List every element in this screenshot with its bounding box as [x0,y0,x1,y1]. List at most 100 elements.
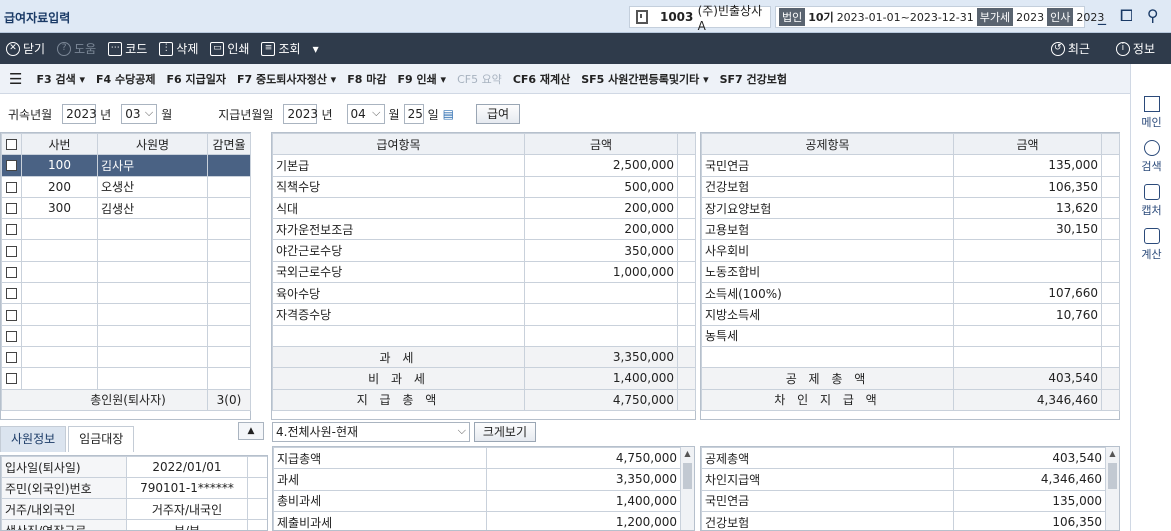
fkey-quick-register[interactable]: SF5 사원간편등록및기타 ▾ [581,71,708,87]
pay-month-select[interactable]: 04 [346,104,385,124]
row-checkbox[interactable] [6,224,17,236]
restore-icon[interactable]: ⧠ [1120,6,1133,26]
table-row[interactable] [1,367,251,390]
table-row[interactable]: 100 김사무 [1,154,251,177]
table-row[interactable]: 야간근로수당 350,000 [272,239,696,262]
pay-summary-scrollbar[interactable]: ▲ [680,447,694,530]
row-checkbox[interactable] [6,373,17,385]
zoom-button[interactable]: 크게보기 [473,422,536,442]
sidebar-calc[interactable]: 계산 [1131,228,1171,262]
row-checkbox[interactable] [6,352,17,364]
pay-item-amount[interactable]: 2,500,000 [524,154,678,177]
collapse-up-button[interactable]: ▲ [238,422,264,440]
pay-item-amount[interactable] [524,282,678,305]
print-button[interactable]: ▭ 인쇄 [210,40,249,57]
table-row[interactable]: 건강보험 106,350 [701,175,1120,198]
row-checkbox[interactable] [6,181,17,193]
fkey-recalc[interactable]: CF6 재계산 [513,71,570,87]
col-header-deduction-amount[interactable]: 금액 [953,132,1102,156]
table-row[interactable]: 노동조합비 [701,260,1120,284]
table-row[interactable]: 육아수당 [272,282,696,305]
scroll-up-icon[interactable]: ▲ [681,447,694,461]
tab-wage-ledger[interactable]: 임금대장 [68,426,135,452]
row-checkbox[interactable] [6,288,17,300]
row-checkbox[interactable] [6,160,17,172]
scroll-thumb[interactable] [1108,463,1117,489]
table-row[interactable] [1,218,251,241]
row-checkbox[interactable] [6,245,17,257]
table-row[interactable] [1,260,251,284]
pay-item-amount[interactable]: 1,000,000 [524,260,678,284]
fkey-midterm-settlement[interactable]: F7 중도퇴사자정산 ▾ [237,71,336,87]
pay-year-input[interactable]: 2023 [283,104,318,124]
col-header-name[interactable]: 사원명 [97,132,208,156]
deduction-amount[interactable]: 106,350 [953,175,1102,198]
table-row[interactable]: 소득세(100%) 107,660 [701,282,1120,305]
fkey-health-insurance[interactable]: SF7 건강보험 [720,71,787,87]
scroll-up-icon[interactable]: ▲ [1106,447,1119,461]
table-row[interactable] [701,345,1120,369]
recent-button[interactable]: ↺ 최근 [1050,40,1090,57]
select-all-checkbox[interactable] [6,139,17,151]
sidebar-capture[interactable]: 캡처 [1131,184,1171,218]
deduction-amount[interactable]: 107,660 [953,282,1102,305]
table-row[interactable]: 200 오생산 [1,175,251,198]
chat-icon[interactable]: ▤ [443,107,454,121]
pay-item-amount[interactable]: 500,000 [524,175,678,198]
table-row[interactable]: 장기요양보험 13,620 [701,196,1120,220]
deduction-amount[interactable] [953,260,1102,284]
col-header-pay-item[interactable]: 급여항목 [272,132,525,156]
delete-button[interactable]: ⋮ 삭제 [159,40,198,57]
table-row[interactable]: 사우회비 [701,239,1120,262]
row-checkbox[interactable] [6,309,17,321]
sidebar-search[interactable]: 검색 [1131,140,1171,174]
deduction-amount[interactable]: 30,150 [953,218,1102,241]
tab-employee-info[interactable]: 사원정보 [0,426,67,452]
row-checkbox[interactable] [6,330,17,342]
table-row[interactable] [1,282,251,305]
table-row[interactable]: 지방소득세 10,760 [701,303,1120,326]
deduction-summary-scrollbar[interactable]: ▲ [1105,447,1119,530]
col-header-code[interactable]: 사번 [21,132,98,156]
sidebar-main[interactable]: 메인 [1131,96,1171,130]
info-button[interactable]: i 정보 [1115,40,1155,57]
fkey-close[interactable]: F8 마감 [347,71,386,87]
table-row[interactable] [1,239,251,262]
deduction-amount[interactable] [953,239,1102,262]
scroll-thumb[interactable] [683,463,692,489]
employee-scope-select[interactable]: 4.전체사원-현재 [272,422,470,442]
deduction-amount[interactable] [953,345,1102,369]
table-row[interactable] [272,324,696,347]
col-header-pay-amount[interactable]: 금액 [524,132,678,156]
table-row[interactable]: 기본급 2,500,000 [272,154,696,177]
table-row[interactable]: 자가운전보조금 200,000 [272,218,696,241]
table-row[interactable] [1,345,251,369]
hamburger-icon[interactable]: ☰ [9,70,22,88]
pay-item-amount[interactable]: 350,000 [524,239,678,262]
table-row[interactable]: 농특세 [701,324,1120,347]
deduction-amount[interactable]: 10,760 [953,303,1102,326]
belong-month-select[interactable]: 03 [121,104,158,124]
company-selector[interactable]: 1003 (주)빈출상사A [629,4,771,33]
fkey-search[interactable]: F3 검색 ▾ [36,71,85,87]
inquiry-button[interactable]: ≡ 조회 [261,40,301,57]
deduction-amount[interactable]: 135,000 [953,154,1102,177]
pay-item-amount[interactable] [524,303,678,326]
more-dropdown[interactable]: ▾ [313,42,319,56]
pay-item-amount[interactable]: 200,000 [524,218,678,241]
table-row[interactable]: 300 김생산 [1,196,251,220]
minimize-icon[interactable]: _ [1098,6,1106,26]
table-row[interactable] [1,303,251,326]
table-row[interactable]: 직책수당 500,000 [272,175,696,198]
deduction-amount[interactable] [953,324,1102,347]
help-button[interactable]: ? 도움 [57,40,96,57]
table-row[interactable]: 국민연금 135,000 [701,154,1120,177]
code-button[interactable]: ⋯ 코드 [108,40,147,57]
fkey-print[interactable]: F9 인쇄 ▾ [397,71,446,87]
table-row[interactable] [1,324,251,347]
pay-day-input[interactable]: 25 [403,104,424,124]
col-header-deduction-item[interactable]: 공제항목 [701,132,954,156]
fiscal-period[interactable]: 법인 10기 2023-01-01~2023-12-31 부가세 2023 인사… [775,6,1104,28]
fkey-allowance[interactable]: F4 수당공제 [96,71,155,87]
fkey-paydate[interactable]: F6 지급일자 [167,71,226,87]
